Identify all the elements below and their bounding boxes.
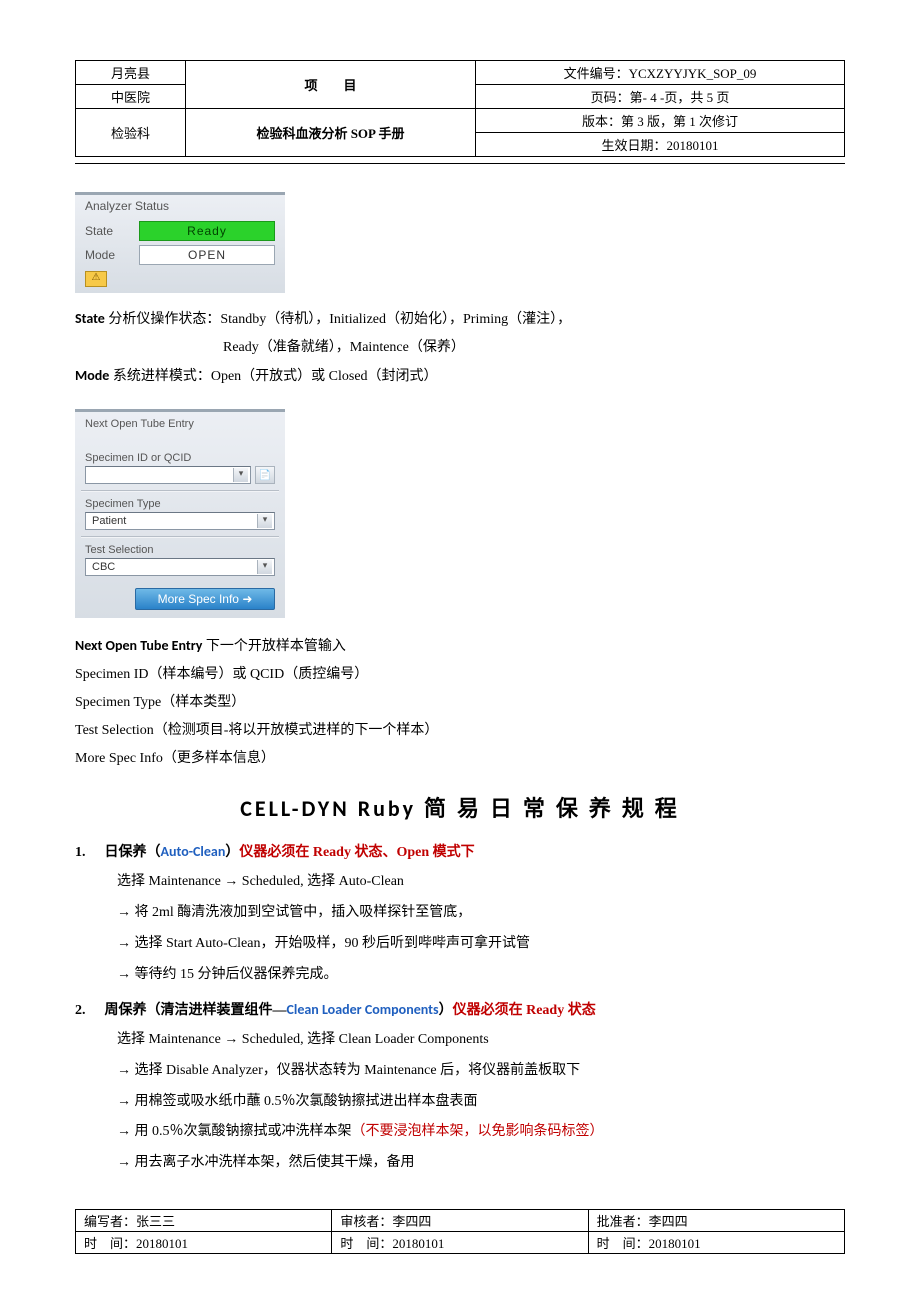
doc-footer-table: 编写者：张三三 审核者：李四四 批准者：李四四 时 间：20180101 时 间…	[75, 1209, 845, 1254]
p1-s4: → 等待约 15 分钟后仪器保养完成。	[117, 960, 845, 991]
manual-title: 检验科血液分析 SOP 手册	[186, 109, 476, 157]
org-line2: 中医院	[76, 85, 186, 109]
test-selection-label: Test Selection	[75, 538, 285, 558]
org-line1: 月亮县	[76, 61, 186, 85]
mode-row: Mode OPEN	[75, 243, 285, 267]
specimen-id-label: Specimen ID or QCID	[75, 446, 285, 466]
state-label: State	[85, 224, 129, 238]
arrow-right-icon: ➜	[242, 592, 252, 606]
p2-s3: → 用棉签或吸水纸巾蘸 0.5％次氯酸钠擦拭进出样本盘表面	[117, 1087, 845, 1118]
state-value: Ready	[139, 221, 275, 241]
approver-time: 时 间：20180101	[588, 1232, 844, 1254]
project-label: 项 目	[186, 61, 476, 109]
lookup-icon[interactable]: 📄	[255, 466, 275, 484]
specimen-type-select[interactable]: Patient	[85, 512, 275, 530]
main-title: CELL-DYN Ruby 简 易 日 常 保 养 规 程	[75, 791, 845, 823]
note-l5: More Spec Info（更多样本信息）	[75, 745, 845, 773]
analyzer-status-title: Analyzer Status	[75, 195, 285, 219]
p2-s2: → 选择 Disable Analyzer，仪器状态转为 Maintenance…	[117, 1056, 845, 1087]
doc-header-table: 月亮县 项 目 文件编号：YCXZYYJYK_SOP_09 中医院 页码：第- …	[75, 60, 845, 157]
panel2-description: Next Open Tube Entry 下一个开放样本管输入 Specimen…	[75, 632, 845, 773]
state-description: State State 分析仪操作状态：Standby（待机），Initiali…	[75, 305, 845, 391]
mode-value: OPEN	[139, 245, 275, 265]
p1-s1: 选择 Maintenance → Scheduled, 选择 Auto-Clea…	[117, 867, 845, 898]
procedure-item-2: 周保养（清洁进样装置组件—Clean Loader Components）仪器必…	[75, 995, 845, 1179]
note-bold: Next Open Tube Entry	[75, 637, 202, 654]
panel2-title: Next Open Tube Entry	[75, 412, 285, 432]
note-l3: Specimen Type（样本类型）	[75, 689, 845, 717]
mode-desc-line: 系统进样模式：Open（开放式）或 Closed（封闭式）	[113, 369, 438, 384]
specimen-type-label: Specimen Type	[75, 492, 285, 512]
p2-s5: → 用去离子水冲洗样本架，然后使其干燥，备用	[117, 1148, 845, 1179]
procedure-item-1: 日保养（Auto-Clean）仪器必须在 Ready 状态、Open 模式下 选…	[75, 837, 845, 991]
note-rest: 下一个开放样本管输入	[202, 639, 346, 654]
doc-number: 文件编号：YCXZYYJYK_SOP_09	[476, 61, 845, 85]
state-desc-line2: Ready（准备就绪），Maintence（保养）	[75, 334, 845, 362]
p1-s3: → 选择 Start Auto-Clean，开始吸样，90 秒后听到哔哔声可拿开…	[117, 929, 845, 960]
state-row: State Ready	[75, 219, 285, 243]
effective-date: 生效日期：20180101	[476, 133, 845, 157]
department: 检验科	[76, 109, 186, 157]
reviewer-label: 审核者：李四四	[332, 1210, 588, 1232]
version: 版本：第 3 版，第 1 次修订	[476, 109, 845, 133]
mode-label: Mode	[85, 248, 129, 262]
warning-icon[interactable]: ⚠	[85, 271, 107, 287]
p2-s1: 选择 Maintenance → Scheduled, 选择 Clean Loa…	[117, 1025, 845, 1056]
state-desc-line1-v: 分析仪操作状态：Standby（待机），Initialized（初始化），Pri…	[108, 312, 571, 327]
p2-s4: → 用 0.5％次氯酸钠擦拭或冲洗样本架（不要浸泡样本架，以免影响条码标签）	[117, 1117, 845, 1148]
author-label: 编写者：张三三	[76, 1210, 332, 1232]
procedure-list: 日保养（Auto-Clean）仪器必须在 Ready 状态、Open 模式下 选…	[75, 837, 845, 1179]
note-l2: Specimen ID（样本编号）或 QCID（质控编号）	[75, 661, 845, 689]
author-time: 时 间：20180101	[76, 1232, 332, 1254]
next-open-tube-panel: Next Open Tube Entry Specimen ID or QCID…	[75, 409, 285, 618]
analyzer-status-panel: Analyzer Status State Ready Mode OPEN ⚠	[75, 192, 285, 293]
test-selection-select[interactable]: CBC	[85, 558, 275, 576]
specimen-id-input[interactable]	[85, 466, 251, 484]
reviewer-time: 时 间：20180101	[332, 1232, 588, 1254]
p1-s2: → 将 2ml 酶清洗液加到空试管中，插入吸样探针至管底，	[117, 898, 845, 929]
more-spec-info-button[interactable]: More Spec Info ➜	[135, 588, 275, 610]
page-code: 页码：第- 4 -页，共 5 页	[476, 85, 845, 109]
approver-label: 批准者：李四四	[588, 1210, 844, 1232]
note-l4: Test Selection（检测项目-将以开放模式进样的下一个样本）	[75, 717, 845, 745]
